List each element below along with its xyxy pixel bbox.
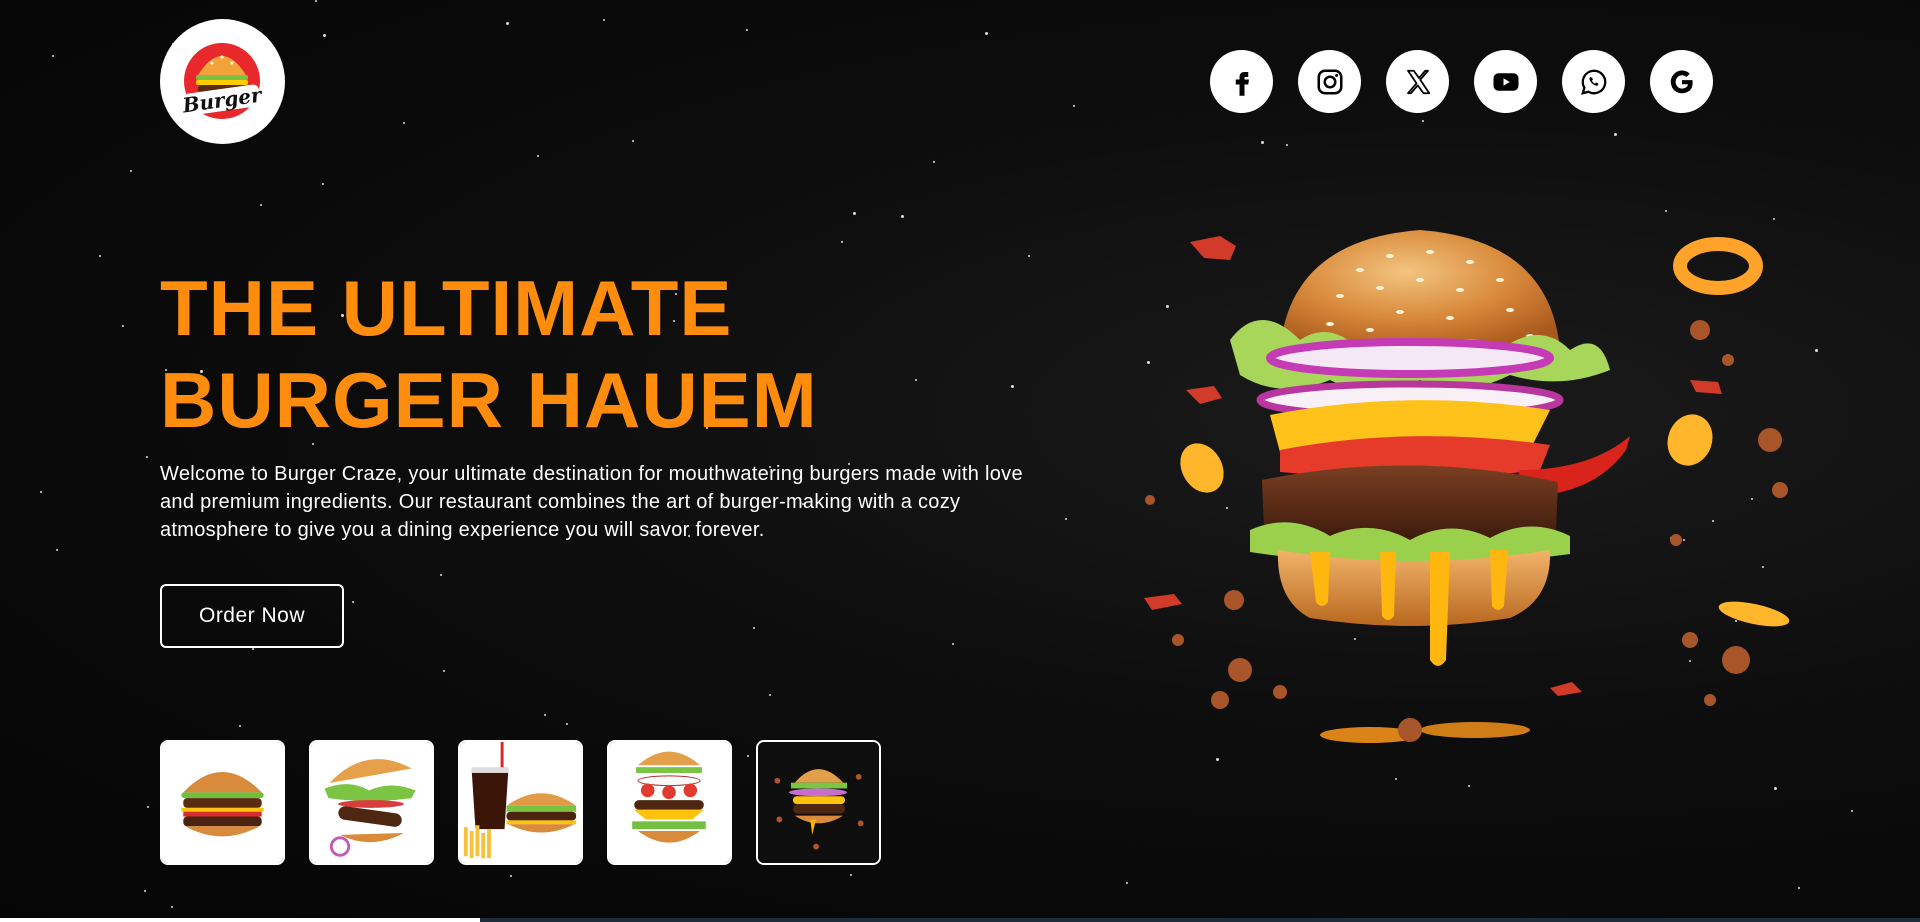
star [933,161,935,163]
hero-page: Burger THE ULTIMATE BURGER HAUEM Welcome… [0,0,1920,922]
star [753,627,755,629]
burger-logo-icon: Burger [180,43,264,119]
star [52,55,54,57]
star [99,255,101,257]
star [746,29,748,31]
facebook-icon [1235,71,1249,96]
hero-title: THE ULTIMATE BURGER HAUEM [160,262,818,446]
social-links [1210,50,1713,113]
thumbnail-gallery [160,740,881,865]
double-cheeseburger-image [162,742,283,863]
star [841,241,843,243]
star [1851,810,1853,812]
brand-logo[interactable]: Burger [160,19,285,144]
thumbnail-4[interactable] [607,740,732,865]
star [632,140,634,142]
star [56,549,58,551]
star [952,643,954,645]
youtube-icon [1493,72,1518,91]
star [537,155,539,157]
star [544,714,546,716]
star [1126,882,1128,884]
star [603,19,605,21]
star [130,170,132,172]
star [144,890,146,892]
star [40,491,42,493]
instagram-button[interactable] [1298,50,1361,113]
star [985,32,988,35]
hero-title-line-1: THE ULTIMATE [160,264,733,352]
x-button[interactable] [1386,50,1449,113]
star [323,34,326,37]
star [1798,887,1800,889]
star [252,648,254,650]
star [122,325,124,327]
star [901,215,904,218]
instagram-icon [1317,69,1342,94]
star [440,574,442,576]
star [315,0,317,2]
star [566,723,568,725]
star [147,806,149,808]
star [769,694,771,696]
x-icon [1406,69,1430,94]
hero-description: Welcome to Burger Craze, your ultimate d… [160,463,1023,541]
star [1614,133,1617,136]
star [1286,144,1288,146]
google-icon [1670,70,1693,93]
thumbnail-2[interactable] [309,740,434,865]
star [146,456,148,458]
whatsapp-button[interactable] [1562,50,1625,113]
star [322,183,324,185]
flying-burger-image [311,742,432,863]
facebook-button[interactable] [1210,50,1273,113]
star [853,212,856,215]
star [1073,105,1075,107]
star [1468,785,1470,787]
google-button[interactable] [1650,50,1713,113]
star [510,875,512,877]
thumbnail-3[interactable] [458,740,583,865]
star [171,906,173,908]
exploding-burger-thumb-image [758,742,879,863]
whatsapp-icon [1580,69,1606,95]
star [403,122,405,124]
star [1422,120,1424,122]
star [443,670,445,672]
thumbnail-5[interactable] [756,740,881,865]
star [1011,385,1014,388]
burger-fries-drink-image [460,742,581,863]
star [1774,787,1777,790]
exploding-burger-image [1144,230,1790,743]
slider-progress-fill [0,918,480,922]
star [239,725,241,727]
star [260,204,262,206]
hero-title-line-2: BURGER HAUEM [160,356,818,444]
youtube-button[interactable] [1474,50,1537,113]
thumbnail-1[interactable] [160,740,285,865]
star [1261,141,1264,144]
star [506,22,509,25]
order-now-button[interactable]: Order Now [160,584,344,648]
star [1065,518,1067,520]
star [352,601,354,603]
star [850,874,852,876]
star [915,379,917,381]
star [1028,255,1030,257]
slider-progress [0,918,1920,922]
stacked-burger-image [609,742,730,863]
